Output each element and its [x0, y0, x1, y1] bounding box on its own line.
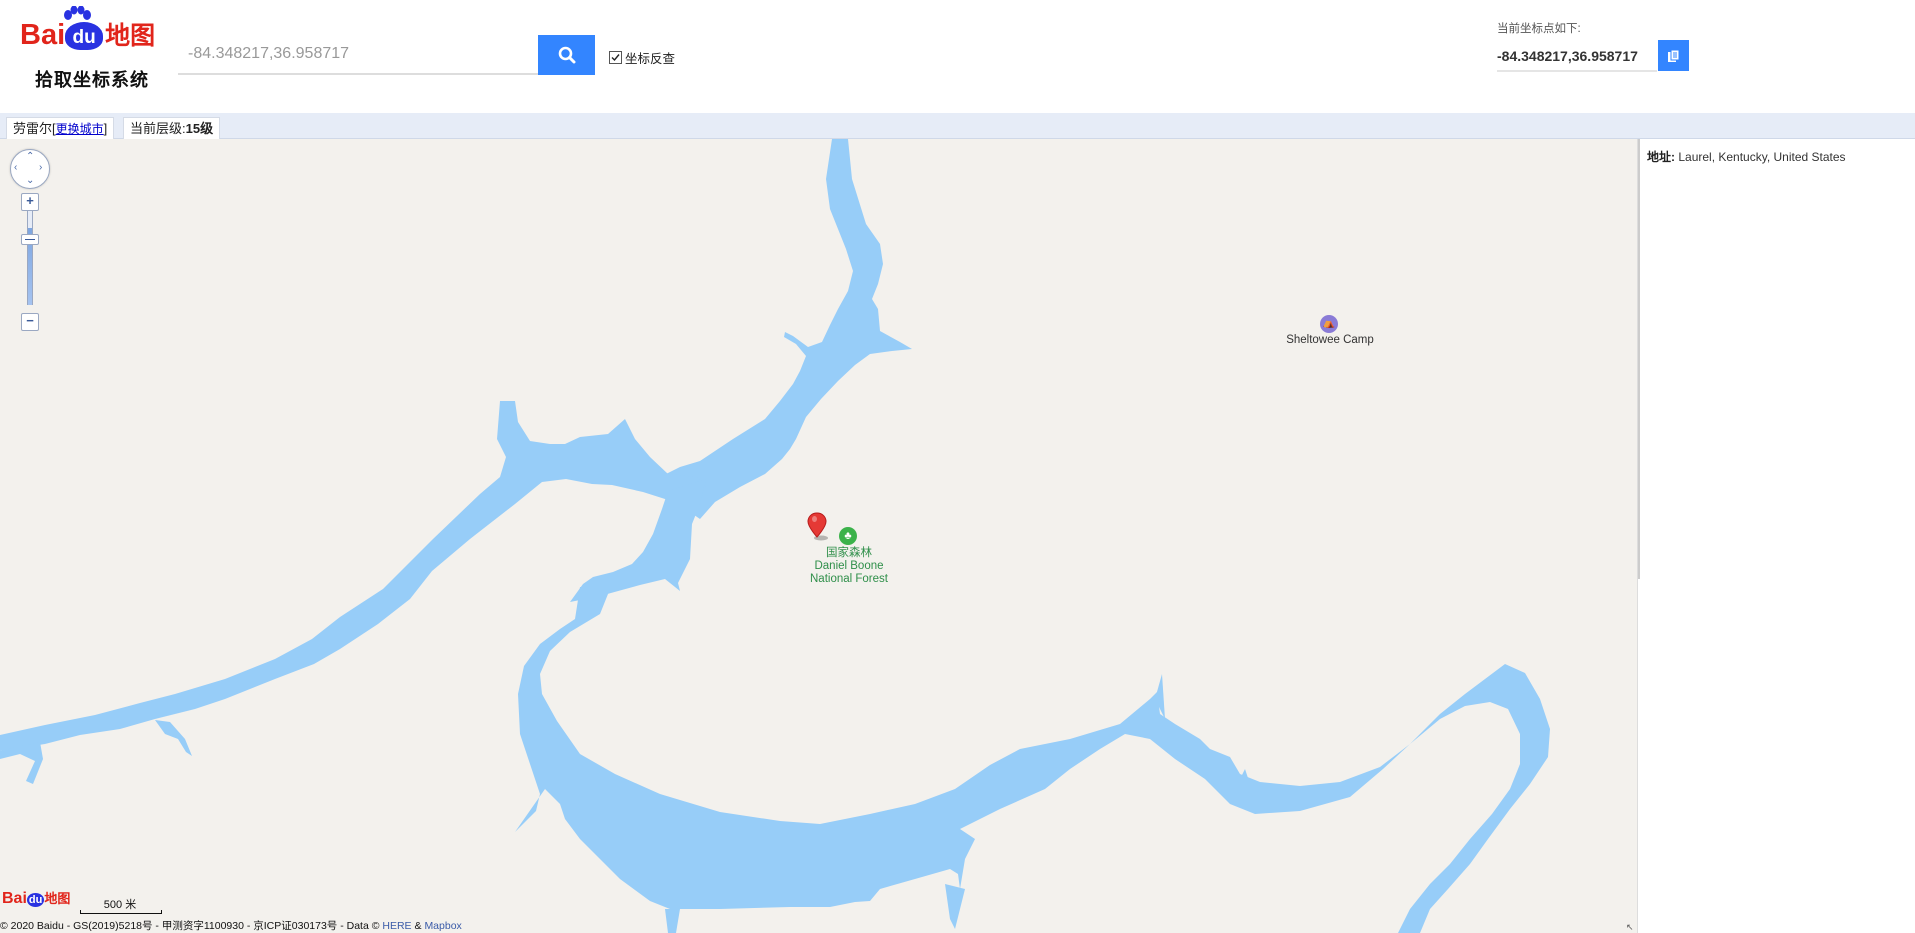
current-city-tab: 劳雷尔[更换城市] [6, 117, 115, 139]
logo-du-text: du [65, 22, 104, 50]
bracket-close: ] [103, 121, 108, 136]
copyright-amp: & [414, 920, 422, 932]
search-icon [558, 46, 575, 64]
coordinate-value[interactable]: -84.348217,36.958717 [1497, 41, 1657, 72]
poi-forest-name-en-line2: National Forest [810, 573, 888, 585]
copy-button[interactable] [1658, 40, 1689, 71]
logo-bai-text: Bai [20, 19, 66, 51]
pan-left-icon[interactable]: ‹ [14, 163, 17, 173]
reverse-lookup-checkbox[interactable]: 坐标反查 [609, 48, 675, 67]
zoom-out-button[interactable]: − [21, 313, 39, 331]
coordinate-caption: 当前坐标点如下: [1497, 23, 1581, 35]
checkbox-checked-icon[interactable] [609, 51, 622, 64]
zoom-slider-track[interactable] [27, 195, 33, 305]
status-bar: 劳雷尔[更换城市] 当前层级:15级 [0, 113, 1915, 139]
zoom-level-label: 当前层级: [130, 121, 186, 136]
campsite-icon[interactable]: ⛺ [1320, 315, 1338, 333]
search-box [178, 35, 538, 75]
location-pin-icon[interactable] [807, 512, 831, 542]
map-baidu-logo[interactable]: Bai du 地图 [2, 888, 70, 908]
expand-corner-icon[interactable]: ↖ [1626, 922, 1636, 932]
coordinate-search-input[interactable] [178, 35, 538, 73]
search-button[interactable] [538, 35, 595, 75]
map-scale: 500 米 [80, 896, 162, 914]
zoom-level-tab: 当前层级:15级 [123, 117, 221, 139]
map-copyright: © 2020 Baidu - GS(2019)5218号 - 甲测资字11009… [0, 918, 462, 933]
zoom-slider-handle[interactable] [21, 234, 39, 245]
change-city-link[interactable]: 更换城市 [56, 122, 104, 136]
pan-up-icon[interactable]: ⌃ [26, 152, 34, 162]
current-city-name: 劳雷尔 [13, 121, 53, 136]
pan-control[interactable]: ⌃ ⌄ ‹ › [10, 149, 50, 189]
poi-forest-name-en-line1: Daniel Boone [814, 560, 884, 572]
address-row: 地址: Laurel, Kentucky, United States [1647, 148, 1846, 165]
logo-ditu-text: 地图 [105, 22, 156, 50]
map-logo-ditu: 地图 [44, 891, 71, 906]
scrollbar[interactable] [1638, 139, 1640, 579]
baidu-map-logo[interactable]: Bai du 地图 拾取坐标系统 [20, 6, 166, 93]
copyright-text: © 2020 Baidu - GS(2019)5218号 - 甲测资字11009… [0, 920, 380, 932]
header: Baidu地图 拾取坐标系统 坐标反查 当前坐标点如下: -84.348217,… [0, 0, 1915, 113]
map-canvas[interactable]: ⌃ ⌄ ‹ › + − ♣ 国家森林 Daniel Boone National… [0, 139, 1637, 933]
logo-wordmark: Bai du 地图 [20, 18, 155, 52]
reverse-lookup-label: 坐标反查 [625, 52, 676, 66]
paw-icon [64, 6, 91, 20]
pan-down-icon[interactable]: ⌄ [26, 176, 34, 186]
address-value: Laurel, Kentucky, United States [1678, 150, 1846, 164]
here-link[interactable]: HERE [382, 920, 411, 932]
address-label: 地址: [1647, 150, 1675, 164]
address-panel: 地址: Laurel, Kentucky, United States [1637, 139, 1915, 933]
forest-icon[interactable]: ♣ [839, 527, 857, 545]
map-logo-du: du [26, 893, 45, 907]
pan-right-icon[interactable]: › [39, 163, 42, 173]
scale-bar [80, 910, 162, 914]
poi-camp-name: Sheltowee Camp [1286, 334, 1374, 346]
poi-sheltowee-camp[interactable]: Sheltowee Camp [1275, 334, 1385, 347]
zoom-in-button[interactable]: + [21, 193, 39, 211]
mapbox-link[interactable]: Mapbox [424, 920, 461, 932]
poi-national-forest[interactable]: 国家森林 Daniel Boone National Forest [795, 547, 903, 586]
poi-forest-name-cn: 国家森林 [826, 547, 872, 559]
current-coordinate-panel: 当前坐标点如下: -84.348217,36.958717 [1497, 20, 1692, 75]
zoom-level-value: 15级 [185, 121, 214, 136]
map-logo-bai: Bai [2, 890, 27, 907]
logo-subtitle: 拾取坐标系统 [35, 70, 149, 90]
copy-icon [1668, 49, 1680, 62]
